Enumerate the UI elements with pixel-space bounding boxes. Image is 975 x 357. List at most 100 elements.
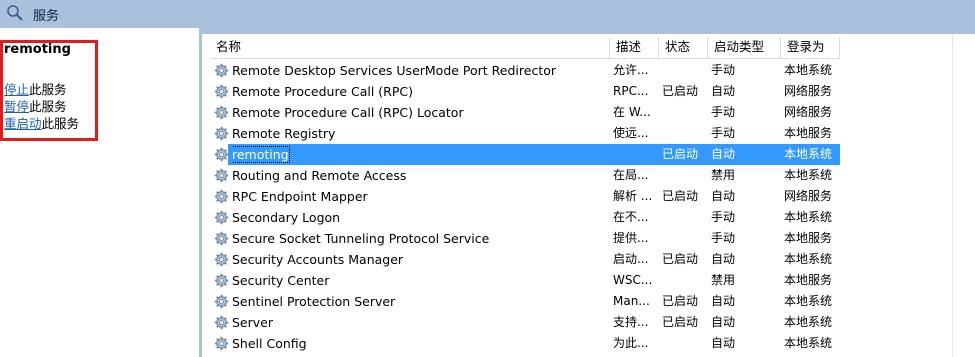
action-suffix: 此服务 (29, 82, 67, 97)
service-gear-icon (214, 147, 229, 162)
service-startup-type: 手动 (711, 210, 736, 224)
service-startup-type: 手动 (711, 105, 736, 119)
service-row[interactable]: Remote Registry 使远... 手动 本地服务 (210, 123, 840, 144)
column-header-log-on-as[interactable]: 登录为 (781, 37, 840, 59)
service-description (613, 144, 659, 165)
service-name: Server (232, 315, 273, 330)
service-log-on-as: 本地系统 (784, 336, 833, 350)
service-status: 已启动 (662, 294, 699, 308)
service-name: Routing and Remote Access (232, 168, 407, 183)
column-header-description[interactable]: 描述 (610, 37, 659, 59)
service-status: 已启动 (662, 252, 699, 266)
action-suffix: 此服务 (41, 116, 80, 131)
service-gear-icon (214, 336, 229, 351)
column-header-name[interactable]: 名称 (210, 37, 610, 59)
service-startup-type: 自动 (711, 84, 736, 98)
service-log-on-as: 网络服务 (784, 105, 833, 119)
service-name: Remote Procedure Call (RPC) Locator (232, 105, 464, 120)
service-status: 已启动 (662, 84, 699, 98)
service-startup-type: 禁用 (711, 168, 736, 182)
service-description: 启动... (613, 252, 649, 266)
service-description: 支持... (613, 315, 649, 329)
service-row[interactable]: Remote Procedure Call (RPC) RPC... 已启动 自动 网络… (210, 81, 840, 102)
service-name: Security Accounts Manager (232, 252, 404, 267)
service-status (662, 270, 710, 291)
service-startup-type: 禁用 (711, 273, 736, 287)
service-status: 已启动 (662, 147, 699, 161)
service-gear-icon (214, 294, 229, 309)
service-name: remoting (232, 146, 290, 163)
service-log-on-as: 网络服务 (784, 189, 833, 203)
service-name: Security Center (232, 273, 330, 288)
service-row[interactable]: Secure Socket Tunneling Protocol Service… (210, 228, 840, 249)
service-row[interactable]: RPC Endpoint Mapper 解析 ... 已启动 自动 网络服务 (210, 186, 840, 207)
service-status: 已启动 (662, 189, 699, 203)
service-gear-icon (214, 273, 229, 288)
service-name: Remote Desktop Services UserMode Port Re… (232, 63, 557, 78)
service-description: WSC... (613, 273, 653, 287)
column-header-startup-type[interactable]: 启动类型 (708, 37, 781, 59)
service-status (662, 60, 710, 81)
service-description: 允许... (613, 63, 649, 77)
service-description: 在局... (613, 168, 649, 182)
service-row[interactable]: Secondary Logon 在不... 手动 本地系统 (210, 207, 840, 228)
service-row[interactable]: Security Accounts Manager 启动... 已启动 自动 本地系统 (210, 249, 840, 270)
service-row[interactable]: Security Center WSC... 禁用 本地服务 (210, 270, 840, 291)
service-row[interactable]: Sentinel Protection Server Man... 已启动 自动 本地系… (210, 291, 840, 312)
service-gear-icon (214, 63, 229, 78)
service-log-on-as: 本地系统 (784, 210, 833, 224)
service-description: 为此... (613, 336, 649, 350)
service-log-on-as: 网络服务 (784, 84, 833, 98)
service-startup-type: 自动 (711, 315, 736, 329)
service-name: Remote Registry (232, 126, 336, 141)
service-startup-type: 自动 (711, 336, 736, 350)
service-log-on-as: 本地系统 (784, 63, 833, 77)
column-header-status[interactable]: 状态 (659, 37, 708, 59)
service-log-on-as: 本地系统 (784, 168, 833, 182)
search-icon (7, 5, 23, 21)
service-gear-icon (214, 252, 229, 267)
service-log-on-as: 本地服务 (784, 126, 833, 140)
restart-link[interactable]: 重启动 (4, 116, 42, 131)
service-row[interactable]: Shell Config 为此... 自动 本地系统 (210, 333, 840, 354)
service-log-on-as: 本地系统 (784, 294, 833, 308)
service-startup-type: 自动 (711, 189, 736, 203)
service-gear-icon (214, 315, 229, 330)
service-status (662, 333, 710, 354)
stop-link[interactable]: 停止 (4, 82, 29, 97)
service-row[interactable]: Remote Desktop Services UserMode Port Re… (210, 60, 840, 81)
pause-link[interactable]: 暂停 (4, 99, 29, 114)
service-status (662, 102, 710, 123)
service-description: RPC... (613, 84, 649, 98)
service-gear-icon (214, 189, 229, 204)
service-description: 提供... (613, 231, 649, 245)
service-startup-type: 自动 (711, 294, 736, 308)
service-row[interactable]: remoting 已启动 自动 本地系统 (210, 144, 840, 165)
service-name: RPC Endpoint Mapper (232, 189, 368, 204)
service-row[interactable]: Remote Procedure Call (RPC) Locator 在 W..… (210, 102, 840, 123)
service-row[interactable]: Server 支持... 已启动 自动 本地系统 (210, 312, 840, 333)
selected-service-title: remoting (4, 42, 71, 57)
scrollbar-edge (952, 34, 953, 357)
service-status (662, 123, 710, 144)
service-log-on-as: 本地系统 (784, 315, 833, 329)
service-row[interactable]: Routing and Remote Access 在局... 禁用 本地系统 (210, 165, 840, 186)
action-suffix: 此服务 (29, 99, 67, 114)
service-name: Sentinel Protection Server (232, 294, 396, 309)
service-gear-icon (214, 84, 229, 99)
service-log-on-as: 本地服务 (784, 231, 833, 245)
service-log-on-as: 本地系统 (784, 252, 833, 266)
service-status (662, 228, 710, 249)
service-gear-icon (214, 126, 229, 141)
service-startup-type: 手动 (711, 63, 736, 77)
service-name: Secure Socket Tunneling Protocol Service (232, 231, 490, 246)
service-status (662, 165, 710, 186)
window-title: 服务 (33, 9, 60, 24)
service-description: 使远... (613, 126, 649, 140)
service-gear-icon (214, 168, 229, 183)
service-status: 已启动 (662, 315, 699, 329)
service-gear-icon (214, 231, 229, 246)
service-name: Remote Procedure Call (RPC) (232, 84, 413, 99)
service-startup-type: 手动 (711, 126, 736, 140)
title-bar: 服务 (0, 0, 975, 28)
